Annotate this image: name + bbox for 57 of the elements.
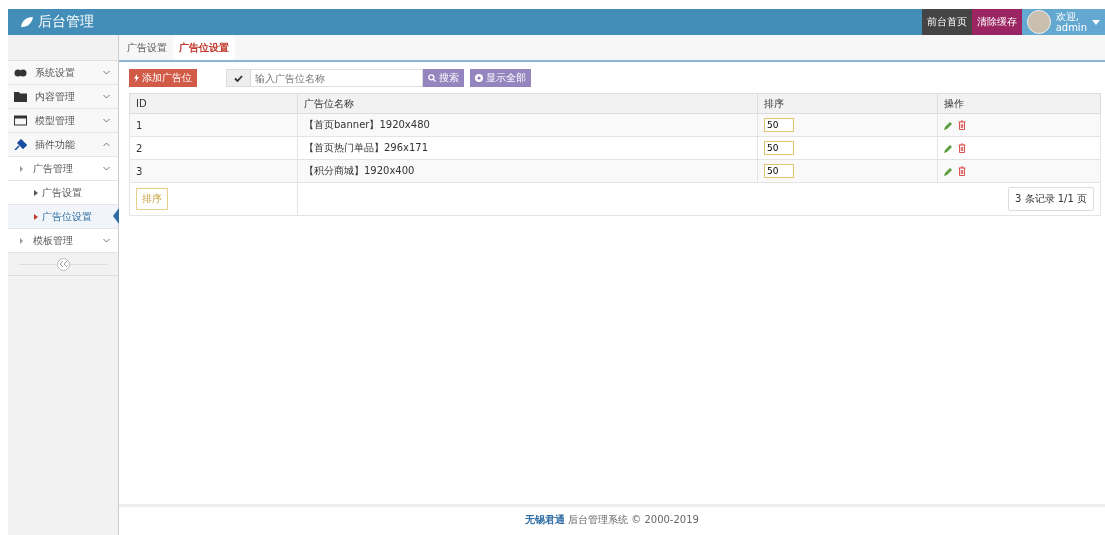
table-cell: 【首页banner】1920x480 xyxy=(297,113,758,137)
table-cell: 【首页热门单品】296x171 xyxy=(297,136,758,160)
check-icon xyxy=(234,74,243,82)
table-cell: 2 xyxy=(129,136,298,160)
lightning-icon xyxy=(134,74,139,82)
collapse-button[interactable] xyxy=(56,257,70,271)
active-pointer-icon xyxy=(113,208,119,224)
avatar[interactable] xyxy=(1026,10,1051,34)
header-button[interactable]: 清除缓存 xyxy=(971,9,1022,35)
double-chevron-icon xyxy=(59,261,67,267)
chevron-icon xyxy=(103,118,110,123)
table-cell: 1 xyxy=(129,113,298,137)
chevron-icon xyxy=(103,94,110,99)
company-link[interactable]: 无锡君通 xyxy=(525,513,566,527)
table-cell: 3 xyxy=(129,159,298,183)
menu-item[interactable]: 模型管理 xyxy=(8,109,118,133)
tab[interactable]: 广告位设置 xyxy=(173,35,235,60)
leaf-icon xyxy=(20,16,34,28)
caret-icon[interactable] xyxy=(1092,19,1100,25)
sort-input[interactable]: 50 xyxy=(764,164,794,178)
menu-item[interactable]: 插件功能 xyxy=(8,133,118,157)
app-title: 后台管理 xyxy=(38,13,94,31)
triangle-icon xyxy=(34,189,38,196)
add-button[interactable]: 添加广告位 xyxy=(129,69,197,87)
tab[interactable]: 广告设置 xyxy=(121,35,173,60)
menu-item[interactable]: 系统设置 xyxy=(8,61,118,85)
window-icon xyxy=(14,115,27,126)
sort-input[interactable]: 50 xyxy=(764,118,794,132)
menu-item[interactable]: 广告设置 xyxy=(8,181,118,205)
trash-icon[interactable] xyxy=(958,120,966,130)
trash-icon[interactable] xyxy=(958,166,966,176)
search-icon xyxy=(428,74,436,82)
menu-item[interactable]: 内容管理 xyxy=(8,85,118,109)
menu-item[interactable]: 广告位设置 xyxy=(8,205,118,229)
trash-icon[interactable] xyxy=(958,143,966,153)
pagination-info: 3 条记录 1/1 页 xyxy=(1008,187,1094,211)
greeting-text: 欢迎, xyxy=(1055,11,1080,22)
chevron-icon xyxy=(103,70,110,75)
menu-item[interactable]: 广告管理 xyxy=(8,157,118,181)
column-header: 操作 xyxy=(937,93,1101,114)
pencil-icon[interactable] xyxy=(944,166,953,176)
chevron-icon xyxy=(103,238,110,243)
table-cell: 【积分商城】1920x400 xyxy=(297,159,758,183)
search-field[interactable]: 输入广告位名称 xyxy=(251,69,423,87)
sort-input[interactable]: 50 xyxy=(764,141,794,155)
triangle-icon xyxy=(34,213,38,220)
column-header: 广告位名称 xyxy=(297,93,758,114)
chevron-icon xyxy=(103,166,110,171)
pencil-icon[interactable] xyxy=(944,143,953,153)
header-button[interactable]: 前台首页 xyxy=(921,9,972,35)
pencil-icon[interactable] xyxy=(944,120,953,130)
column-header: ID xyxy=(129,93,298,114)
chevron-icon xyxy=(103,142,110,147)
folder-icon xyxy=(14,91,27,102)
menu-item[interactable]: 模板管理 xyxy=(8,229,118,253)
copyright-text: 后台管理系统 © 2000-2019 xyxy=(568,513,699,527)
column-header: 排序 xyxy=(757,93,938,114)
